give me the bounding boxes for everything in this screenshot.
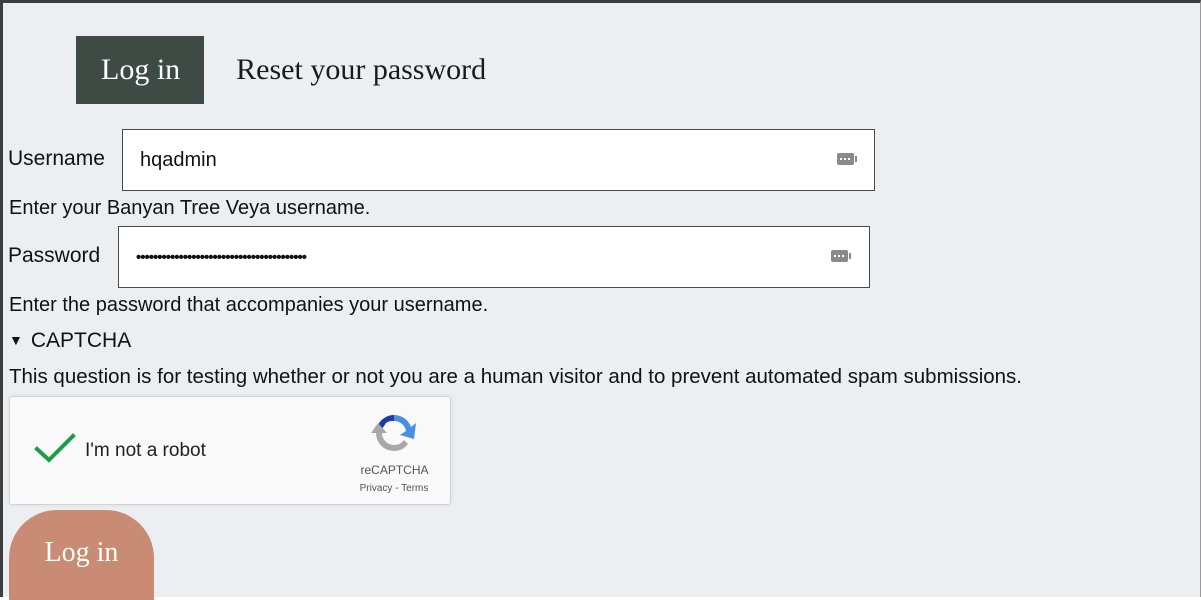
username-help-text: Enter your Banyan Tree Veya username. <box>9 197 371 219</box>
terms-link[interactable]: Terms <box>401 483 428 494</box>
username-label: Username <box>8 147 105 170</box>
password-input[interactable] <box>118 226 870 288</box>
login-page: Log in Reset your password Username Ente… <box>0 0 1201 600</box>
checkmark-icon[interactable] <box>34 433 76 463</box>
password-help-text: Enter the password that accompanies your… <box>9 294 489 316</box>
log-in-submit-button[interactable]: Log in <box>9 510 154 600</box>
recaptcha-logo-icon <box>371 414 416 451</box>
disclosure-triangle-icon: ▼ <box>9 332 23 348</box>
password-label: Password <box>8 244 101 267</box>
captcha-summary-toggle[interactable]: ▼ CAPTCHA <box>9 329 131 353</box>
tab-log-in[interactable]: Log in <box>76 36 205 104</box>
password-manager-key-icon[interactable] <box>831 250 851 262</box>
tab-reset-password[interactable]: Reset your password <box>204 36 486 104</box>
login-tabs: Log in Reset your password <box>76 36 486 104</box>
password-manager-key-icon[interactable] <box>837 153 857 165</box>
privacy-link[interactable]: Privacy <box>360 483 393 494</box>
username-input[interactable] <box>122 129 875 191</box>
not-a-robot-label: I'm not a robot <box>85 440 206 461</box>
links-separator: - <box>392 483 402 494</box>
recaptcha-widget: I'm not a robot reCAPTCHA Privacy - Term… <box>9 396 451 505</box>
recaptcha-brand-text: reCAPTCHA <box>360 463 429 477</box>
captcha-summary-label: CAPTCHA <box>30 329 132 352</box>
recaptcha-links: Privacy - Terms <box>346 483 442 494</box>
captcha-description: This question is for testing whether or … <box>9 365 1022 388</box>
